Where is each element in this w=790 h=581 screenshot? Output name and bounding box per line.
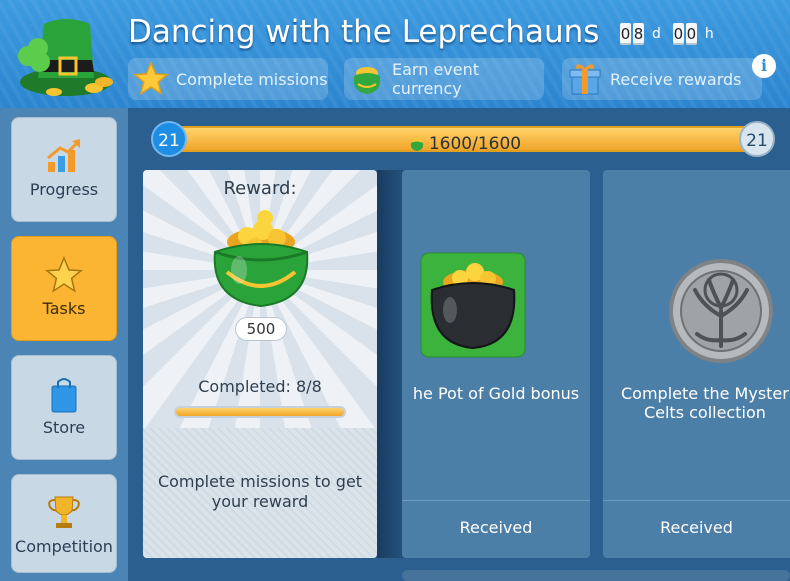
event-title: Dancing with the Leprechauns — [128, 14, 600, 50]
reward-hint-area: Complete missions to get your reward — [143, 428, 377, 558]
star-icon — [133, 61, 169, 96]
task-description: Complete the Myster Celts collection — [621, 384, 789, 422]
reward-amount-badge: 500 — [235, 317, 287, 341]
event-timer: 0 8 d 0 0 h — [620, 23, 714, 45]
task-card[interactable]: Complete the Myster Celts collection Rec… — [603, 170, 790, 558]
sidebar-item-competition[interactable]: Competition — [11, 474, 117, 573]
sidebar-item-tasks[interactable]: Tasks — [11, 236, 117, 341]
pot-of-gold-icon — [410, 138, 423, 151]
step-receive-rewards: Receive rewards — [562, 58, 762, 100]
reward-card: Reward: 500 Completed: 8/8 Complete miss… — [143, 170, 377, 558]
step-complete-missions: Complete missions — [128, 58, 328, 100]
step-earn-currency: Earn event currency — [344, 58, 544, 100]
sidebar-item-progress[interactable]: Progress — [11, 117, 117, 222]
trophy-icon — [48, 496, 80, 528]
progress-text: 1600/1600 — [171, 134, 759, 154]
step-label: Earn event currency — [392, 60, 480, 98]
sidebar-item-store[interactable]: Store — [11, 355, 117, 460]
timer-digit: 0 — [672, 23, 684, 45]
timer-days-unit: d — [652, 26, 661, 42]
star-icon — [45, 256, 83, 293]
timer-digit: 0 — [685, 23, 697, 45]
horizontal-scrollbar[interactable] — [402, 570, 790, 581]
current-level-badge: 21 — [151, 121, 187, 157]
timer-hours-unit: h — [704, 26, 714, 42]
reward-label: Reward: — [223, 178, 297, 199]
chart-arrow-icon — [47, 139, 80, 172]
timer-digit: 8 — [633, 23, 644, 45]
task-status: Received — [459, 518, 533, 537]
black-pot-of-gold-icon — [420, 252, 526, 358]
reward-hint: Complete missions to get your reward — [157, 472, 363, 511]
sidebar-item-label: Progress — [29, 180, 99, 199]
task-description: he Pot of Gold bonus — [412, 384, 580, 403]
info-button[interactable]: i — [752, 54, 776, 78]
progress-value: 1600/1600 — [428, 134, 522, 154]
sidebar-item-label: Store — [42, 418, 86, 437]
progress-bar: 1600/1600 — [169, 126, 761, 154]
timer-digit: 0 — [620, 23, 631, 45]
step-label: Receive rewards — [610, 69, 742, 89]
sidebar-item-label: Tasks — [42, 299, 86, 318]
event-header: Dancing with the Leprechauns 0 8 d 0 0 h… — [0, 0, 790, 108]
task-status: Received — [660, 518, 733, 537]
celtic-tree-medallion-icon — [669, 259, 773, 363]
leprechaun-hat-icon — [18, 19, 113, 96]
card-divider — [402, 500, 590, 501]
missions-completed-bar — [174, 406, 346, 418]
step-label: Complete missions — [176, 69, 328, 89]
event-progress: 1600/1600 21 21 — [151, 121, 775, 157]
card-divider — [603, 500, 790, 501]
missions-completed-text: Completed: 8/8 — [198, 377, 322, 396]
pot-of-gold-icon — [213, 210, 309, 308]
next-level-badge: 21 — [739, 121, 775, 157]
task-card[interactable]: he Pot of Gold bonus Received — [402, 170, 590, 558]
pot-of-gold-icon — [353, 67, 381, 94]
shopping-bag-icon — [51, 378, 77, 413]
sidebar-item-label: Competition — [15, 537, 113, 556]
gift-icon — [569, 64, 601, 95]
